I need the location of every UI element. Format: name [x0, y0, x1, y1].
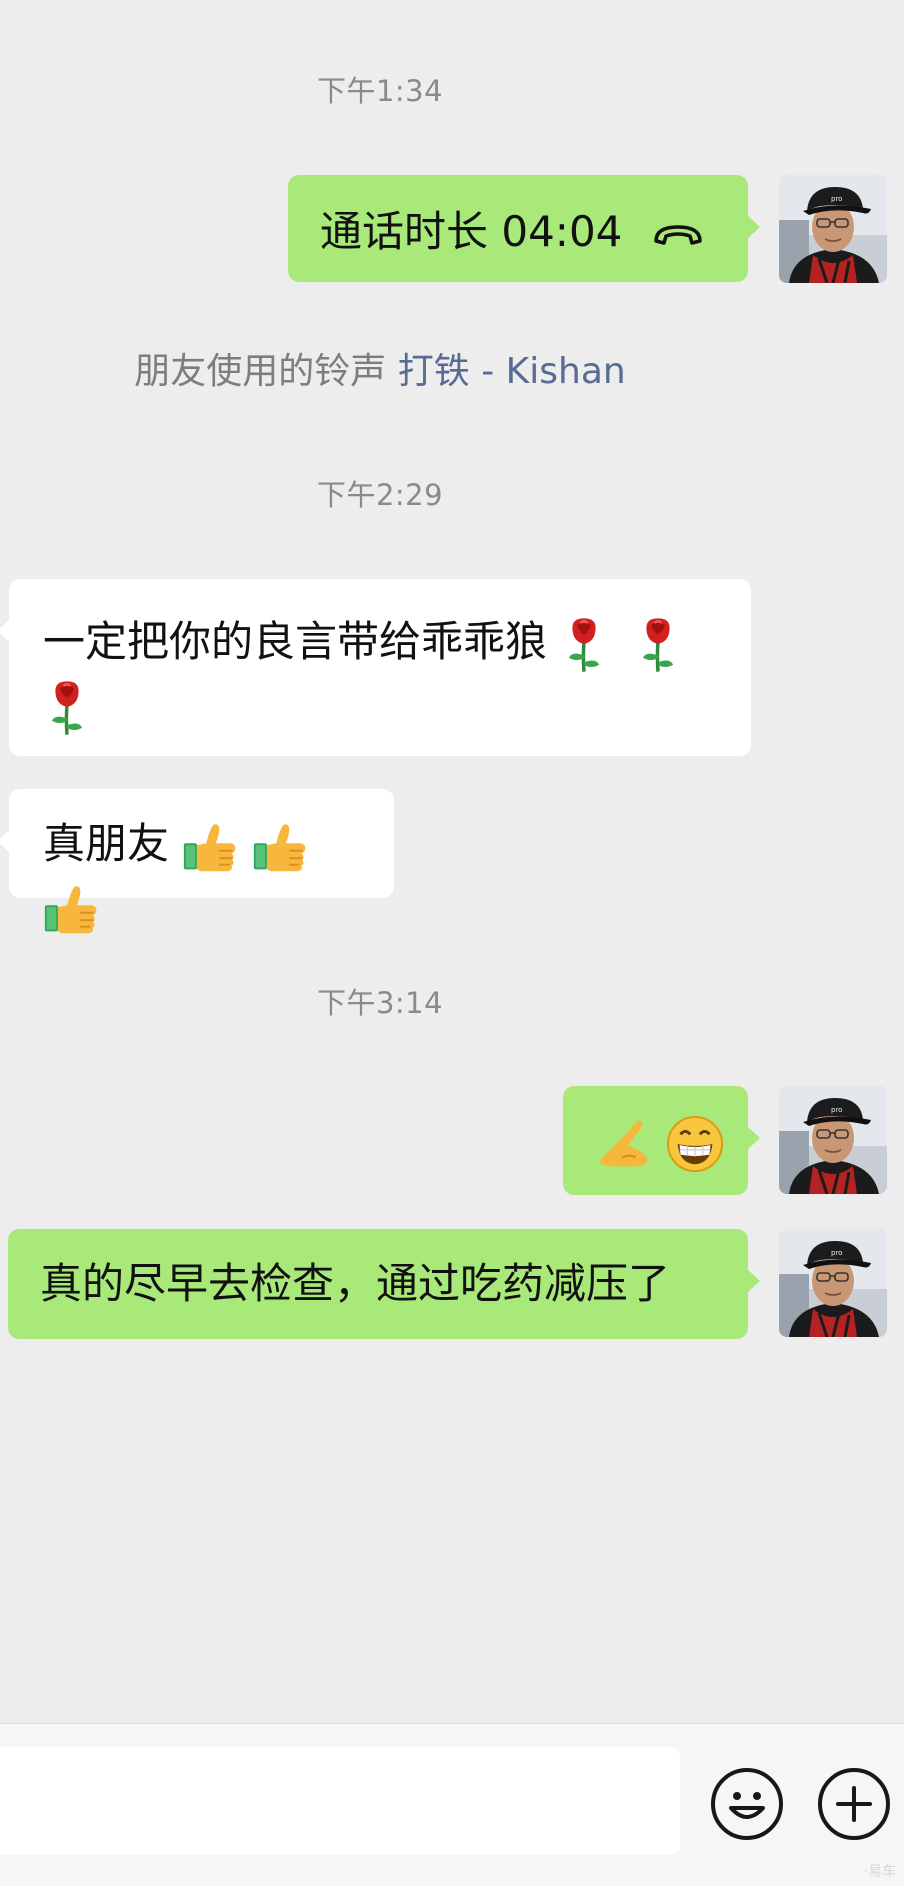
ringtone-notice: 朋友使用的铃声 打铁 - Kishan [0, 342, 760, 394]
rose-emoji-icon [634, 616, 682, 674]
message-text: 一定把你的良言带给乖乖狼 [43, 617, 548, 666]
call-record-bubble[interactable]: 通话时长 04:04 [288, 175, 760, 282]
rose-emoji-icon [43, 679, 91, 737]
plus-icon [836, 1786, 872, 1822]
incoming-message-2[interactable]: 真朋友 [0, 789, 394, 898]
my-avatar[interactable] [779, 1086, 887, 1194]
phone-hangup-icon [652, 204, 704, 266]
emoji-button[interactable] [711, 1768, 783, 1840]
thumbs-up-emoji-icon [252, 819, 308, 875]
ringtone-prefix: 朋友使用的铃声 [134, 351, 387, 392]
ok-hand-emoji-icon [595, 1115, 653, 1173]
incoming-message-1[interactable]: 一定把你的良言带给乖乖狼 [0, 579, 751, 756]
outgoing-message-emoji[interactable] [563, 1086, 760, 1195]
my-avatar[interactable] [779, 1229, 887, 1337]
timestamp-2: 下午2:29 [316, 478, 444, 512]
watermark: ·易车 [863, 1864, 896, 1880]
timestamp-1: 下午1:34 [316, 74, 444, 108]
thumbs-up-emoji-icon [43, 881, 99, 937]
message-text: 真朋友 [43, 819, 170, 868]
thumbs-up-emoji-icon [182, 819, 238, 875]
timestamp-3: 下午3:14 [316, 986, 444, 1020]
grin-emoji-icon [666, 1115, 724, 1173]
outgoing-message-text[interactable]: 真的尽早去检查，通过吃药减压了 [8, 1229, 760, 1339]
message-input[interactable] [0, 1747, 680, 1855]
my-avatar[interactable] [779, 175, 887, 283]
rose-emoji-icon [560, 616, 608, 674]
ringtone-link[interactable]: 打铁 - Kishan [398, 351, 626, 392]
input-bar [0, 1723, 904, 1886]
smiley-icon [729, 1792, 765, 1819]
more-button[interactable] [818, 1768, 890, 1840]
message-text: 真的尽早去检查，通过吃药减压了 [40, 1259, 671, 1308]
call-duration-text: 通话时长 04:04 [320, 207, 623, 256]
